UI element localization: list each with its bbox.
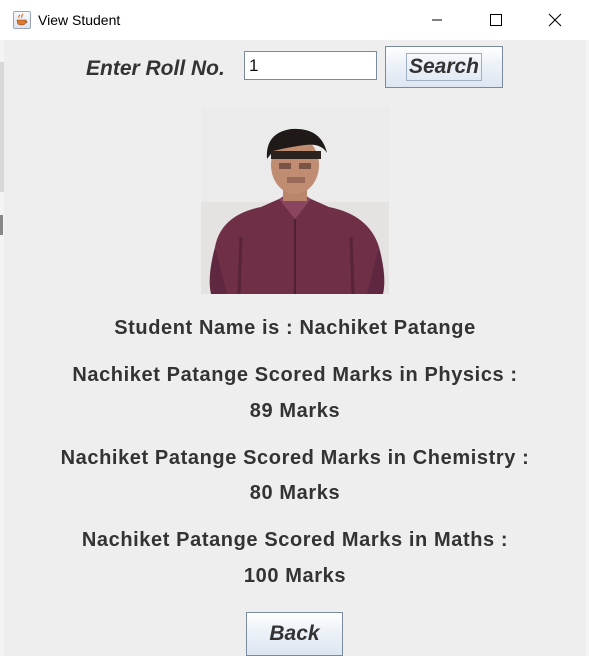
physics-marks-text: 89 Marks <box>249 400 341 422</box>
chemistry-line-text: Nachiket Patange Scored Marks in Chemist… <box>60 447 530 469</box>
maximize-icon <box>490 14 502 26</box>
search-button[interactable]: Search <box>385 46 503 88</box>
roll-number-input[interactable] <box>244 51 377 80</box>
back-button[interactable]: Back <box>246 612 343 656</box>
content-panel: Enter Roll No. Search <box>4 40 586 656</box>
maths-marks-text: 100 Marks <box>243 565 347 587</box>
student-name-text: Student Name is : Nachiket Patange <box>114 317 476 339</box>
window-title: View Student <box>38 12 121 28</box>
close-button[interactable] <box>532 0 578 40</box>
minimize-button[interactable] <box>414 0 460 40</box>
minimize-icon <box>432 19 442 21</box>
back-button-label: Back <box>269 622 320 645</box>
search-button-label: Search <box>405 53 483 81</box>
close-icon <box>548 13 562 27</box>
view-student-window: View Student Enter Roll No. Search <box>0 0 589 656</box>
maximize-button[interactable] <box>473 0 519 40</box>
student-photo <box>201 107 389 294</box>
roll-number-label: Enter Roll No. <box>86 57 225 80</box>
chemistry-marks-text: 80 Marks <box>249 482 341 504</box>
physics-line-text: Nachiket Patange Scored Marks in Physics… <box>72 364 518 386</box>
maths-line-text: Nachiket Patange Scored Marks in Maths : <box>81 529 509 551</box>
title-bar[interactable]: View Student <box>0 0 589 41</box>
background-window-edge <box>0 215 3 235</box>
java-cup-icon <box>13 11 31 29</box>
